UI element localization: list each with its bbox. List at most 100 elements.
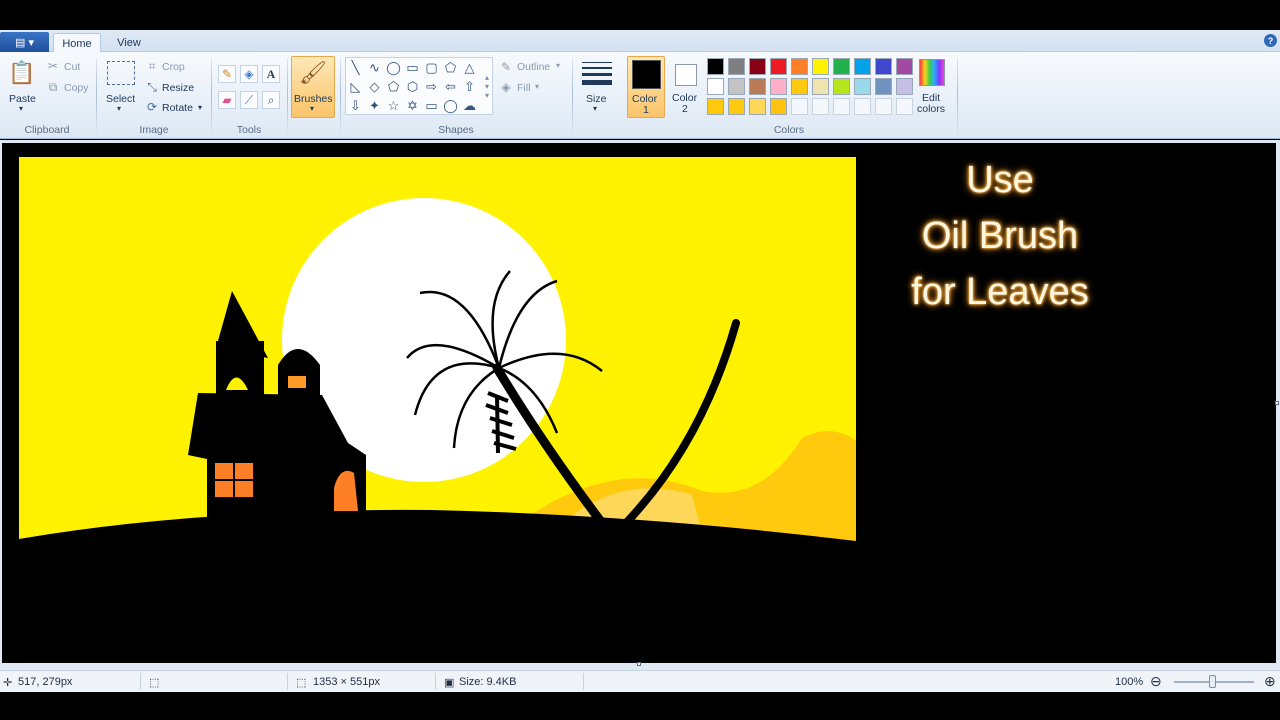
palette-swatch[interactable] (833, 78, 850, 95)
hexagon-shape-icon[interactable]: ⬡ (404, 78, 421, 95)
four-point-star-shape-icon[interactable]: ✦ (366, 97, 383, 114)
shapes-scroll-icon[interactable]: ▴ ▾ ▾ (482, 60, 492, 112)
right-triangle-shape-icon[interactable]: ◺ (347, 78, 364, 95)
palette-swatch[interactable] (833, 98, 850, 115)
palette-swatch[interactable] (875, 98, 892, 115)
palette-swatch[interactable] (896, 78, 913, 95)
shapes-group-label: Shapes (438, 124, 474, 136)
palette-swatch[interactable] (770, 58, 787, 75)
palette-swatch[interactable] (791, 98, 808, 115)
separator (287, 58, 288, 134)
help-icon[interactable]: ? (1264, 34, 1277, 47)
palette-swatch[interactable] (791, 78, 808, 95)
triangle-shape-icon[interactable]: △ (461, 59, 478, 76)
palette-swatch[interactable] (707, 58, 724, 75)
outline-dropdown-icon[interactable]: ▾ (556, 61, 560, 70)
canvas-resize-handle-right[interactable] (1275, 401, 1279, 405)
five-point-star-shape-icon[interactable]: ☆ (385, 97, 402, 114)
fill-dropdown-icon[interactable]: ▾ (535, 82, 539, 91)
palette-swatch[interactable] (875, 78, 892, 95)
select-dropdown-icon[interactable]: ▾ (117, 104, 121, 113)
crop-icon: ⌗ (148, 58, 156, 73)
zoom-out-icon[interactable]: ⊖ (1150, 673, 1162, 690)
color-picker-icon[interactable]: ⟋ (240, 91, 258, 109)
palette-swatch[interactable] (812, 58, 829, 75)
outline-button[interactable]: Outline (517, 61, 550, 73)
six-point-star-shape-icon[interactable]: ✡ (404, 97, 421, 114)
zoom-in-icon[interactable]: ⊕ (1264, 673, 1276, 690)
tab-home[interactable]: Home (53, 33, 101, 53)
rounded-rectangle-shape-icon[interactable]: ▢ (423, 59, 440, 76)
disk-icon: ▣ (444, 677, 455, 689)
fill-button[interactable]: Fill (517, 82, 530, 94)
palette-swatch[interactable] (770, 98, 787, 115)
palette-swatch[interactable] (770, 78, 787, 95)
size-dropdown-icon[interactable]: ▾ (593, 104, 597, 113)
oval-shape-icon[interactable]: ◯ (385, 59, 402, 76)
zoom-slider-thumb[interactable] (1209, 675, 1216, 688)
right-arrow-shape-icon[interactable]: ⇨ (423, 78, 440, 95)
palette-swatch[interactable] (791, 58, 808, 75)
line-shape-icon[interactable]: ╲ (347, 59, 364, 76)
crop-button[interactable]: Crop (162, 61, 185, 73)
down-arrow-shape-icon[interactable]: ⇩ (347, 97, 364, 114)
palette-swatch[interactable] (728, 58, 745, 75)
eraser-icon[interactable]: ▰ (218, 91, 236, 109)
palette-swatch[interactable] (896, 98, 913, 115)
canvas-workspace: Use Oil Brush for Leaves (0, 140, 1280, 670)
clipboard-group-label: Clipboard (24, 124, 70, 136)
palette-swatch[interactable] (854, 98, 871, 115)
rotate-button[interactable]: Rotate (162, 102, 193, 114)
palette-swatch[interactable] (854, 58, 871, 75)
brushes-button[interactable]: 🖌 Brushes ▾ (291, 56, 335, 118)
palette-swatch[interactable] (833, 58, 850, 75)
polygon-shape-icon[interactable]: ⬠ (442, 59, 459, 76)
rect-callout-shape-icon[interactable]: ▭ (423, 97, 440, 114)
rectangle-shape-icon[interactable]: ▭ (404, 59, 421, 76)
edit-colors-label-line2: colors (917, 103, 946, 115)
cut-button[interactable]: Cut (64, 61, 80, 73)
brushes-dropdown-icon: ▾ (310, 104, 315, 113)
resize-button[interactable]: Resize (162, 82, 194, 94)
palette-swatch[interactable] (707, 78, 724, 95)
paste-dropdown-icon[interactable]: ▾ (19, 104, 23, 113)
palette-swatch[interactable] (854, 78, 871, 95)
diamond-shape-icon[interactable]: ◇ (366, 78, 383, 95)
brush-icon: 🖌 (299, 60, 327, 85)
text-tool-icon[interactable]: A (262, 65, 280, 83)
curve-shape-icon[interactable]: ∿ (366, 59, 383, 76)
canvas-resize-handle-bottom[interactable] (637, 662, 641, 666)
copy-button[interactable]: Copy (64, 82, 89, 94)
image-dimensions: 1353 × 551px (313, 676, 380, 688)
drawing-canvas[interactable]: Use Oil Brush for Leaves (2, 143, 1276, 663)
fill-bucket-icon[interactable]: ◈ (240, 65, 258, 83)
cloud-callout-shape-icon[interactable]: ☁ (461, 97, 478, 114)
palette-swatch[interactable] (728, 78, 745, 95)
palette-swatch[interactable] (749, 58, 766, 75)
colors-group-label: Colors (773, 124, 805, 136)
palette-swatch[interactable] (728, 98, 745, 115)
pentagon-shape-icon[interactable]: ⬠ (385, 78, 402, 95)
screen-bottom-border (0, 692, 1280, 720)
palette-swatch[interactable] (896, 58, 913, 75)
rotate-dropdown-icon[interactable]: ▾ (198, 103, 202, 112)
palette-swatch[interactable] (812, 78, 829, 95)
left-arrow-shape-icon[interactable]: ⇦ (442, 78, 459, 95)
palette-swatch[interactable] (875, 58, 892, 75)
palette-swatch[interactable] (749, 78, 766, 95)
magnifier-icon[interactable]: ⌕ (262, 91, 280, 109)
edit-colors-button[interactable]: Edit colors (915, 56, 949, 118)
file-size: Size: 9.4KB (459, 676, 517, 688)
palette-swatch[interactable] (707, 98, 724, 115)
palette-swatch[interactable] (812, 98, 829, 115)
tab-view[interactable]: View (108, 33, 150, 52)
overlay-text-line2: Oil Brush (921, 215, 1079, 257)
color1-button[interactable]: Color 1 (627, 56, 665, 118)
file-menu-button[interactable]: ▤ ▾ (0, 32, 49, 52)
oval-callout-shape-icon[interactable]: ◯ (442, 97, 459, 114)
palette-swatch[interactable] (749, 98, 766, 115)
color2-button[interactable]: Color 2 (668, 56, 704, 118)
pencil-icon[interactable]: ✎ (218, 65, 236, 83)
up-arrow-shape-icon[interactable]: ⇧ (461, 78, 478, 95)
separator (211, 58, 212, 134)
